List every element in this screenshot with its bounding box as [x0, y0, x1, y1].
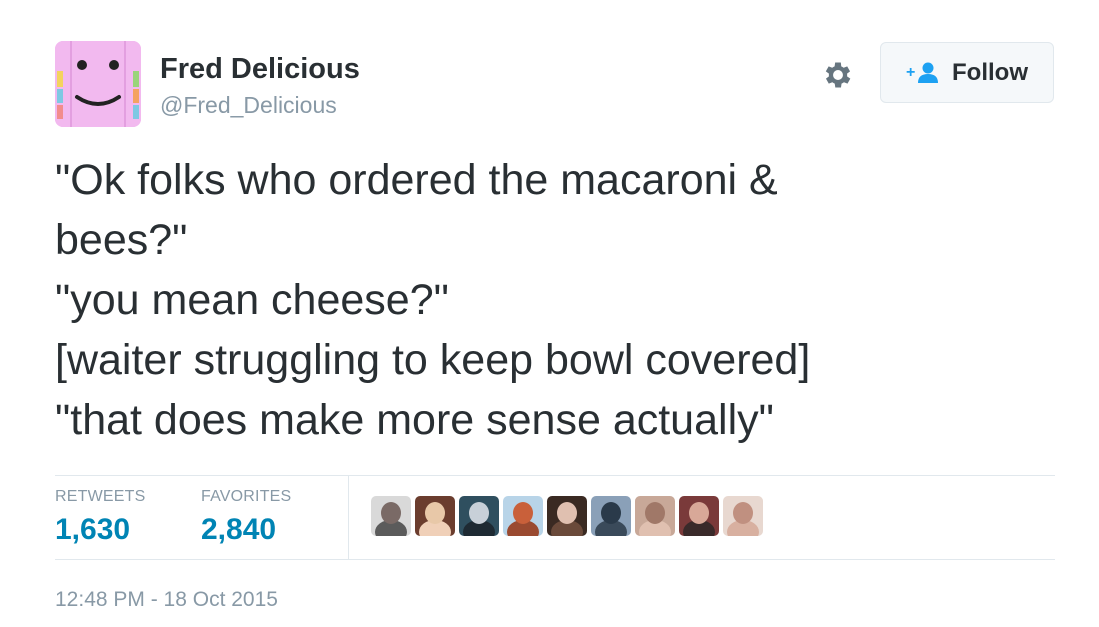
- favoriter-avatar[interactable]: [591, 496, 631, 536]
- favoriter-avatar[interactable]: [679, 496, 719, 536]
- tweet-text-line: "Ok folks who ordered the macaroni &: [55, 156, 778, 204]
- favoriter-avatar[interactable]: [503, 496, 543, 536]
- follow-button[interactable]: + Follow: [880, 42, 1054, 103]
- favoriter-avatar[interactable]: [371, 496, 411, 536]
- tweet-text-line: "you mean cheese?": [55, 276, 449, 324]
- favoriters-list: [371, 496, 767, 536]
- favoriter-avatar[interactable]: [635, 496, 675, 536]
- tweet-text-line: bees?": [55, 216, 188, 264]
- tweet-text-line: [waiter struggling to keep bowl covered]: [55, 336, 811, 384]
- stats-top-divider: [55, 475, 1055, 476]
- favoriter-avatar[interactable]: [415, 496, 455, 536]
- user-handle[interactable]: @Fred_Delicious: [160, 92, 337, 119]
- favoriter-avatar[interactable]: [723, 496, 763, 536]
- tweet-timestamp[interactable]: 12:48 PM - 18 Oct 2015: [55, 588, 278, 612]
- stats-bottom-divider: [55, 559, 1055, 560]
- user-display-name[interactable]: Fred Delicious: [160, 53, 360, 86]
- follow-button-label: Follow: [952, 58, 1028, 86]
- gear-icon[interactable]: [821, 58, 855, 92]
- retweets-label: RETWEETS: [55, 488, 146, 505]
- favorites-stat[interactable]: FAVORITES 2,840: [201, 488, 291, 547]
- tweet-text-line: "that does make more sense actually": [55, 396, 774, 444]
- favoriter-avatar[interactable]: [459, 496, 499, 536]
- retweets-count: 1,630: [55, 513, 131, 546]
- add-user-icon: +: [906, 62, 938, 83]
- stats-vertical-divider: [348, 476, 349, 559]
- avatar[interactable]: [55, 41, 141, 127]
- favoriter-avatar[interactable]: [547, 496, 587, 536]
- smiley-face-avatar-icon: [55, 41, 141, 127]
- favorites-count: 2,840: [201, 513, 277, 546]
- favorites-label: FAVORITES: [201, 488, 292, 505]
- svg-text:+: +: [906, 64, 915, 81]
- tweet-text: "Ok folks who ordered the macaroni & bee…: [55, 150, 1055, 450]
- retweets-stat[interactable]: RETWEETS 1,630: [55, 488, 146, 547]
